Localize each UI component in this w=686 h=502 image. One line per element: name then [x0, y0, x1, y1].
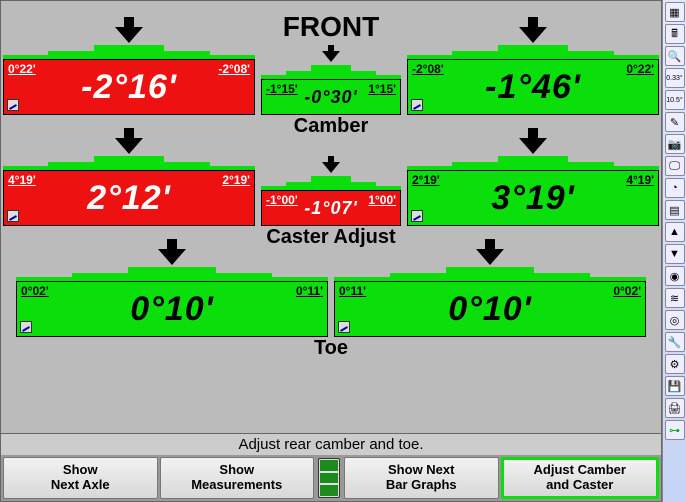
show-next-bar-graphs-button[interactable]: Show Next Bar Graphs	[344, 457, 499, 499]
camber-left-high: -2°08'	[218, 62, 250, 76]
toe-left-high: 0°11'	[296, 284, 323, 298]
camber-cross-panel: -1°15' 1°15' -0°30'	[261, 65, 401, 115]
camber-cross-value: -0°30'	[304, 87, 358, 108]
pointer-icon	[115, 17, 143, 45]
caster-right-value: 3°19'	[491, 179, 574, 218]
caster-cross-low: -1°00'	[266, 193, 298, 207]
camber-cross-high: 1°15'	[368, 82, 396, 96]
pointer-icon	[322, 45, 340, 65]
pointer-icon	[476, 239, 504, 267]
battery-icon	[318, 458, 340, 498]
show-measurements-button[interactable]: Show Measurements	[160, 457, 315, 499]
toe-row: 0°02' 0°11' 0°10' 0°11' 0°02' 0°10'	[1, 267, 661, 337]
caster-row: 4°19' 2°19' 2°12' -1°00' 1°00' -1°07'	[1, 156, 661, 226]
caster-right-panel: 2°19' 4°19' 3°19'	[407, 156, 659, 226]
toe-right-low: 0°11'	[339, 284, 366, 298]
camber-right-panel: -2°08' 0°22' -1°46'	[407, 45, 659, 115]
camber-right-low: -2°08'	[412, 62, 444, 76]
edit-icon[interactable]	[411, 99, 423, 111]
axle-icon[interactable]: ⊶	[665, 420, 685, 440]
caster-left-value: 2°12'	[87, 179, 170, 218]
toe-left-low: 0°02'	[21, 284, 49, 298]
wrench-icon[interactable]: 🔧	[665, 332, 685, 352]
caster-cross-high: 1°00'	[368, 193, 396, 207]
button-row: Show Next Axle Show Measurements Show Ne…	[1, 455, 661, 501]
camber-left-value: -2°16'	[81, 68, 177, 107]
target-icon[interactable]: ◎	[665, 310, 685, 330]
gear-icon[interactable]: ⚙	[665, 354, 685, 374]
toe-left-panel: 0°02' 0°11' 0°10'	[16, 267, 328, 337]
gauge-icon[interactable]: ◔	[665, 178, 685, 198]
camber-row: 0°22' -2°08' -2°16' -1°15' 1°15' -0°30'	[1, 45, 661, 115]
angle-readout-2[interactable]: 10.5°	[665, 90, 685, 110]
toe-right-high: 0°02'	[613, 284, 641, 298]
caster-left-low: 4°19'	[8, 173, 36, 187]
pointer-icon	[322, 156, 340, 176]
caster-left-panel: 4°19' 2°19' 2°12'	[3, 156, 255, 226]
camber-left-panel: 0°22' -2°08' -2°16'	[3, 45, 255, 115]
camber-right-high: 0°22'	[626, 62, 654, 76]
grid-icon[interactable]: ▦	[665, 2, 685, 22]
show-next-axle-button[interactable]: Show Next Axle	[3, 457, 158, 499]
up-icon[interactable]: ▲	[665, 222, 685, 242]
adjust-camber-caster-button[interactable]: Adjust Camber and Caster	[501, 457, 660, 499]
edit-icon[interactable]	[7, 210, 19, 222]
edit-icon[interactable]	[20, 321, 32, 333]
print-icon[interactable]: 🖨	[665, 398, 685, 418]
camber-left-low: 0°22'	[8, 62, 36, 76]
wheel-icon[interactable]: ◉	[665, 266, 685, 286]
camber-cross-low: -1°15'	[266, 82, 298, 96]
caster-right-low: 2°19'	[412, 173, 440, 187]
caster-cross-panel: -1°00' 1°00' -1°07'	[261, 176, 401, 226]
caster-cross-value: -1°07'	[304, 198, 358, 219]
calc-icon[interactable]: 🖩	[665, 24, 685, 44]
monitor-icon[interactable]: 🖵	[665, 156, 685, 176]
pointer-icon	[158, 239, 186, 267]
pointer-icon	[519, 128, 547, 156]
edit-icon[interactable]	[411, 210, 423, 222]
toe-right-value: 0°10'	[448, 290, 531, 329]
caster-left-high: 2°19'	[222, 173, 250, 187]
caster-right-high: 4°19'	[626, 173, 654, 187]
edit-icon[interactable]	[7, 99, 19, 111]
status-bar: Adjust rear camber and toe.	[1, 433, 661, 455]
barchart-icon[interactable]: ▤	[665, 200, 685, 220]
toe-left-value: 0°10'	[130, 290, 213, 329]
pointer-icon	[519, 17, 547, 45]
edit-icon[interactable]	[338, 321, 350, 333]
side-toolbar: ▦ 🖩 🔍 0.33° 10.5° ✎ 📷 🖵 ◔ ▤ ▲ ▼ ◉ ≋ ◎ 🔧 …	[662, 0, 686, 502]
down-icon[interactable]: ▼	[665, 244, 685, 264]
wand-icon[interactable]: ✎	[665, 112, 685, 132]
toe-label: Toe	[1, 337, 661, 360]
camera-icon[interactable]: 📷	[665, 134, 685, 154]
angle-readout-1[interactable]: 0.33°	[665, 68, 685, 88]
shocks-icon[interactable]: ≋	[665, 288, 685, 308]
camber-right-value: -1°46'	[485, 68, 581, 107]
toe-right-panel: 0°11' 0°02' 0°10'	[334, 267, 646, 337]
disk-icon[interactable]: 💾	[665, 376, 685, 396]
zoom-icon[interactable]: 🔍	[665, 46, 685, 66]
pointer-icon	[115, 128, 143, 156]
